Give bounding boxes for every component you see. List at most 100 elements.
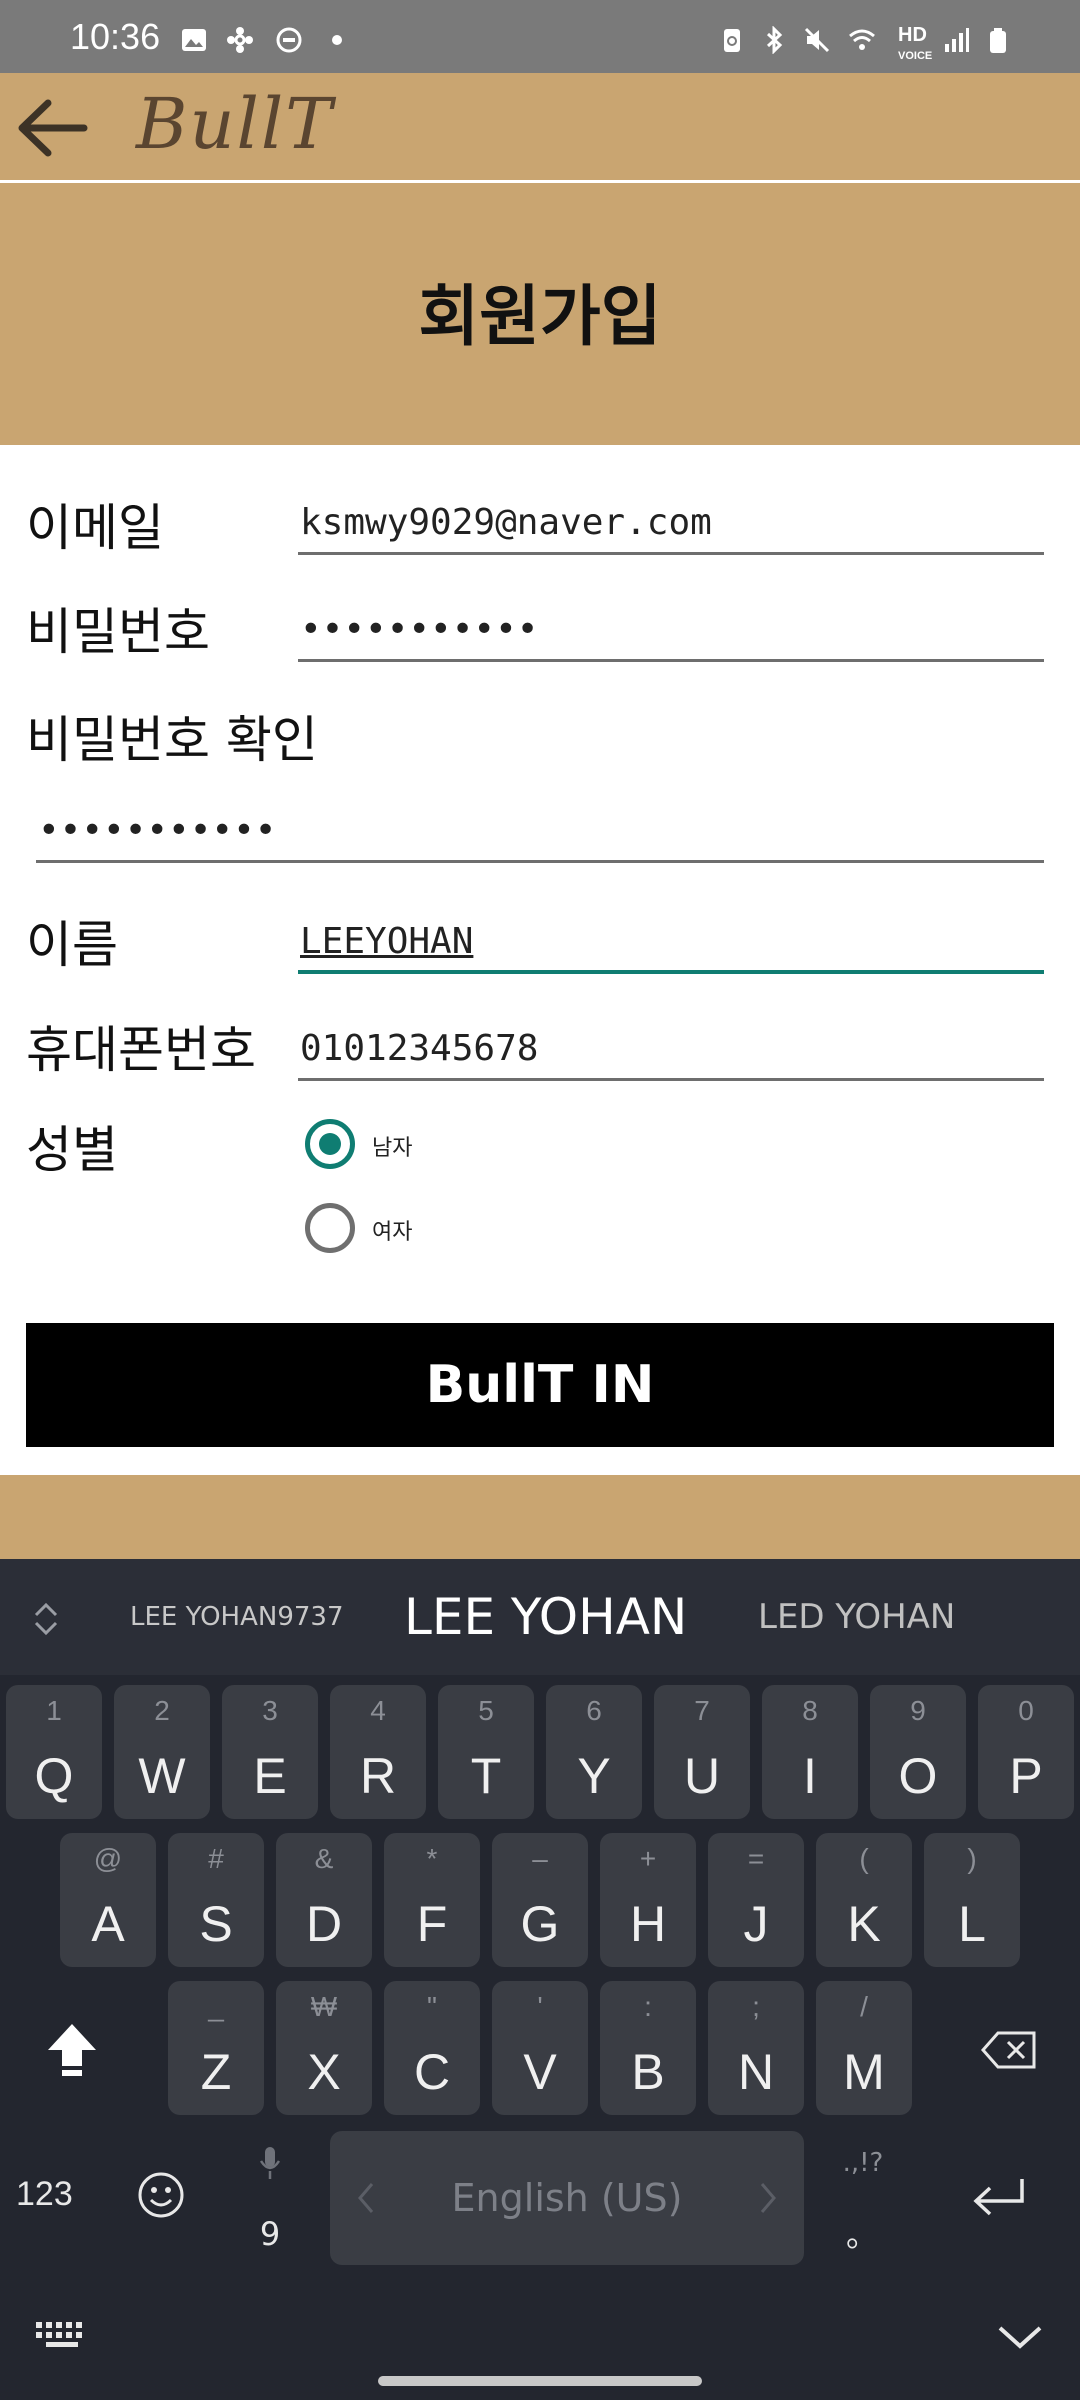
chevron-down-icon[interactable]	[996, 2322, 1044, 2352]
backspace-icon[interactable]	[980, 2030, 1038, 2070]
bluetooth-icon	[766, 26, 783, 54]
do-not-disturb-icon	[276, 27, 302, 53]
key-x[interactable]: ₩ X	[276, 1981, 372, 2115]
key-label: T	[470, 1748, 502, 1804]
key-hint: (	[859, 1843, 869, 1874]
dot-icon	[332, 35, 342, 45]
key-label: L	[958, 1896, 986, 1952]
key-label: X	[307, 2044, 341, 2100]
emoji-icon[interactable]	[136, 2170, 186, 2220]
enter-icon[interactable]	[970, 2175, 1030, 2219]
key-label: S	[199, 1896, 233, 1952]
key-label: A	[91, 1896, 125, 1952]
key-r[interactable]: 4R	[330, 1685, 426, 1819]
key-label: Q	[34, 1748, 74, 1804]
key-a[interactable]: @ A	[60, 1833, 156, 1967]
key-h[interactable]: + H	[600, 1833, 696, 1967]
email-label: 이메일	[26, 499, 164, 557]
battery-icon	[990, 28, 1006, 53]
key-q[interactable]: 1Q	[6, 1685, 102, 1819]
key-hint: 5	[478, 1695, 494, 1726]
key-label: R	[359, 1748, 397, 1804]
email-field[interactable]: ksmwy9029@naver.com	[298, 495, 1044, 555]
password-confirm-field[interactable]: •••••••••••	[36, 803, 1044, 863]
period-key[interactable]: 。	[842, 2210, 882, 2256]
key-j[interactable]: = J	[708, 1833, 804, 1967]
gender-radio-female[interactable]	[305, 1203, 355, 1253]
key-o[interactable]: 9O	[870, 1685, 966, 1819]
chevron-right-icon	[760, 2183, 776, 2213]
key-label: K	[847, 1896, 881, 1952]
shift-icon[interactable]	[44, 2020, 100, 2078]
key-label: F	[416, 1896, 448, 1952]
name-label: 이름	[26, 916, 118, 974]
key-hint: 9	[910, 1695, 926, 1726]
gender-label: 성별	[26, 1121, 118, 1179]
key-hint: 7	[694, 1695, 710, 1726]
key-hint: ₩	[310, 1991, 338, 2022]
key-s[interactable]: # S	[168, 1833, 264, 1967]
status-bar: 10:36 HD VOICE	[0, 0, 1080, 73]
gender-radio-male[interactable]	[305, 1119, 355, 1169]
key-w[interactable]: 2W	[114, 1685, 210, 1819]
app-bar: BullT	[0, 73, 1080, 183]
key-hint: 2	[154, 1695, 170, 1726]
gender-option-male[interactable]: 남자	[372, 1130, 412, 1162]
space-bar[interactable]: English (US)	[330, 2131, 804, 2265]
gender-option-female[interactable]: 여자	[372, 1214, 412, 1246]
key-c[interactable]: " C	[384, 1981, 480, 2115]
key-hint: 6	[586, 1695, 602, 1726]
signup-submit-button[interactable]: BullT IN	[26, 1323, 1054, 1447]
key-hint: 4	[370, 1695, 386, 1726]
key-m[interactable]: / M	[816, 1981, 912, 2115]
key-b[interactable]: :B	[600, 1981, 696, 2115]
keyboard-icon[interactable]	[34, 2318, 90, 2354]
key-u[interactable]: 7U	[654, 1685, 750, 1819]
key-label: N	[737, 2044, 775, 2100]
key-i[interactable]: 8I	[762, 1685, 858, 1819]
key-n[interactable]: ; N	[708, 1981, 804, 2115]
suggestion-2[interactable]: LEE YOHAN	[404, 1559, 687, 1675]
key-hint: )	[967, 1843, 977, 1874]
key-label: G	[520, 1896, 560, 1952]
key-l[interactable]: ) L	[924, 1833, 1020, 1967]
suggestion-3[interactable]: LED YOHAN	[758, 1559, 955, 1675]
key-v[interactable]: ' V	[492, 1981, 588, 2115]
password-field[interactable]: •••••••••••	[298, 602, 1044, 662]
expand-icon[interactable]	[28, 1599, 64, 1639]
key-p[interactable]: 0P	[978, 1685, 1074, 1819]
status-time: 10:36	[70, 16, 161, 57]
key-e[interactable]: 3E	[222, 1685, 318, 1819]
key-z[interactable]: _ Z	[168, 1981, 264, 2115]
numbers-key[interactable]: 123	[16, 2175, 73, 2214]
back-arrow-icon[interactable]	[14, 95, 90, 161]
key-hint: '	[537, 1991, 543, 2022]
key-f[interactable]: * F	[384, 1833, 480, 1967]
home-indicator	[378, 2376, 702, 2386]
key-label: Y	[577, 1748, 611, 1804]
key-label: W	[138, 1748, 186, 1804]
space-bar-language: English (US)	[451, 2176, 683, 2220]
pinwheel-icon	[227, 27, 253, 53]
punctuation-hint: .,!?	[842, 2148, 884, 2178]
name-field[interactable]: LEEYOHAN	[298, 914, 1044, 974]
phone-field[interactable]: 01012345678	[298, 1021, 1044, 1081]
key-t[interactable]: 5T	[438, 1685, 534, 1819]
key-k[interactable]: (K	[816, 1833, 912, 1967]
comma-key[interactable]: 9	[258, 2215, 282, 2253]
app-logo: BullT	[136, 83, 334, 165]
key-hint: +	[639, 1843, 657, 1874]
suggestion-1[interactable]: LEE YOHAN9737	[130, 1559, 343, 1675]
key-hint: /	[860, 1991, 868, 2022]
key-g[interactable]: – G	[492, 1833, 588, 1967]
key-hint: _	[208, 1991, 224, 2022]
key-hint: "	[427, 1991, 437, 2022]
signal-icon	[945, 28, 969, 52]
key-hint: –	[532, 1843, 548, 1874]
key-label: M	[843, 2044, 885, 2100]
mic-icon	[259, 2147, 281, 2179]
mute-icon	[804, 27, 830, 53]
key-hint: 8	[802, 1695, 818, 1726]
key-y[interactable]: 6Y	[546, 1685, 642, 1819]
key-d[interactable]: & D	[276, 1833, 372, 1967]
